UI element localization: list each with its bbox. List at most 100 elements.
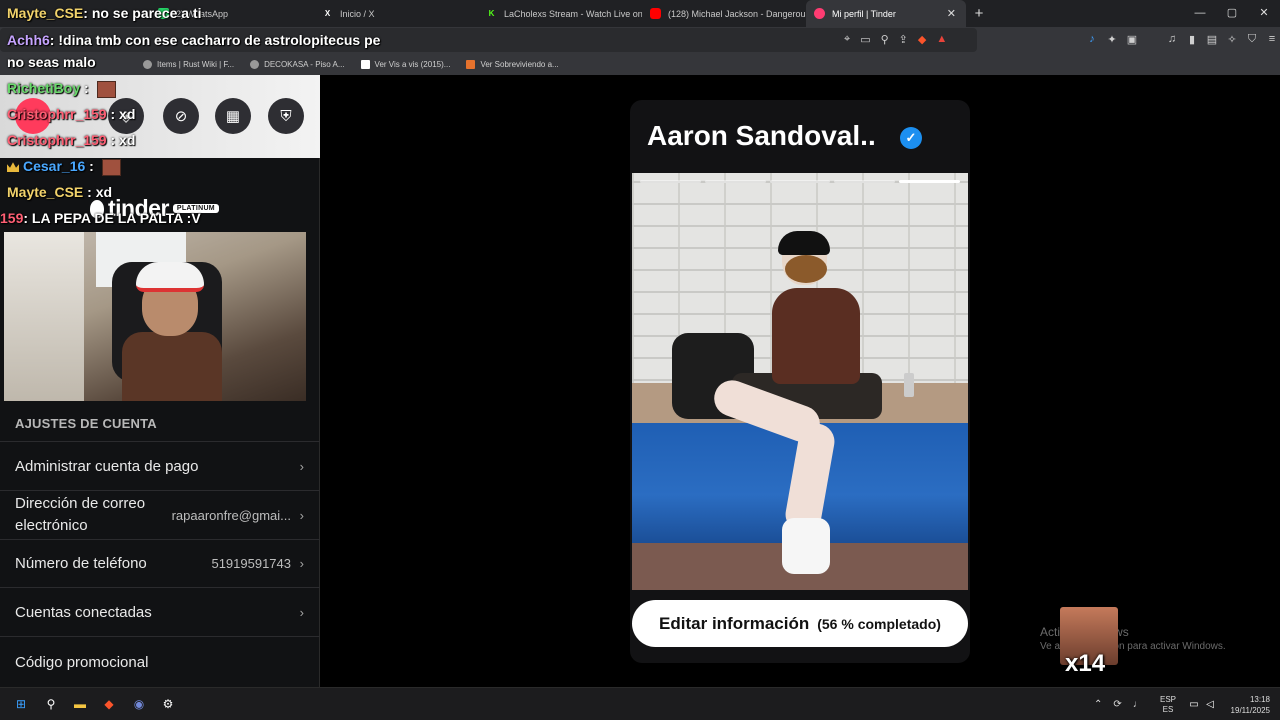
bookmark-item[interactable]: Items | Rust Wiki | F... — [143, 59, 234, 69]
photo-can — [904, 373, 914, 397]
globe-icon — [143, 59, 152, 69]
close-window-button[interactable]: ✕ — [1248, 0, 1280, 27]
settings-row-promo-code[interactable]: Código promocional — [0, 636, 320, 687]
screen: 2) WhatsApp X Inicio / X K LaCholexs Str… — [0, 0, 1280, 720]
bookmark-label: Ver Sobreviviendo a... — [480, 59, 559, 69]
chevron-right-icon: › — [299, 507, 304, 523]
discover-button[interactable]: ⊘ — [163, 98, 199, 134]
bookmark-item[interactable]: Ver Sobreviviendo a... — [466, 59, 559, 69]
grid-icon: ◈ — [120, 108, 132, 125]
chevron-right-icon: › — [299, 458, 304, 474]
safety-button[interactable]: ⛨ — [268, 98, 304, 134]
photo-indicator-bar[interactable] — [899, 180, 960, 183]
windows-start-icon[interactable]: ⊞ — [12, 695, 30, 713]
photo-indicator-bar[interactable] — [834, 180, 896, 183]
tab-whatsapp[interactable]: 2) WhatsApp — [150, 0, 314, 27]
section-title: AJUSTES DE CUENTA — [15, 416, 157, 431]
poop-emoji-sticker — [785, 255, 827, 283]
kick-icon: K — [488, 9, 495, 18]
edit-info-button[interactable]: Editar información (56 % completado) — [632, 600, 968, 647]
tinder-logo: tinder PLATINUM — [90, 195, 219, 222]
maximize-button[interactable]: ▢ — [1216, 0, 1248, 27]
settings-row-email[interactable]: Dirección de correo electrónico rapaaron… — [0, 490, 320, 539]
vpn-icon[interactable]: ⛉ — [1246, 33, 1258, 46]
row-value: rapaaronfre@gmai... — [171, 507, 291, 523]
bookmarks-bar: Items | Rust Wiki | F... DECOKASA - Piso… — [0, 53, 1280, 75]
sync-icon[interactable]: ⟳ — [1113, 699, 1121, 710]
profile-avatar-button[interactable] — [15, 98, 51, 134]
tab-tinder[interactable]: Mi perfil | Tinder ✕ — [806, 0, 966, 27]
youtube-icon — [650, 8, 661, 19]
close-tab-icon[interactable]: ✕ — [947, 7, 956, 20]
chevron-up-icon[interactable]: ⌃ — [1094, 699, 1102, 710]
explore-button[interactable]: ◈ — [108, 98, 144, 134]
brave-shields-icon[interactable]: ◆ — [918, 33, 926, 46]
tab-title: (128) Michael Jackson - Dangerous ( — [668, 8, 806, 19]
row-label: Administrar cuenta de pago — [15, 457, 199, 475]
extensions-icon[interactable]: ✦ — [1106, 33, 1118, 46]
completion-label: (56 % completado) — [817, 615, 941, 632]
window-controls: — ▢ ✕ — [1184, 0, 1280, 27]
profile-photo[interactable] — [632, 173, 968, 590]
new-tab-button[interactable]: + — [966, 5, 992, 22]
language-indicator[interactable]: ESP ES — [1160, 695, 1176, 715]
zoom-icon[interactable]: ⚲ — [881, 33, 889, 46]
app-icon[interactable]: ⚙ — [159, 695, 177, 713]
photo-person-shoe — [782, 518, 830, 574]
tab-youtube[interactable]: (128) Michael Jackson - Dangerous ( — [642, 0, 806, 27]
file-explorer-icon[interactable]: ▬ — [71, 695, 89, 713]
bookmark-item[interactable]: DECOKASA - Piso A... — [250, 59, 345, 69]
tab-kick[interactable]: K LaCholexs Stream - Watch Live on Ki — [478, 0, 642, 27]
photo-person-hair — [778, 231, 830, 255]
tab-title: Mi perfil | Tinder — [832, 8, 896, 19]
settings-row-payment[interactable]: Administrar cuenta de pago › — [0, 441, 320, 490]
search-icon[interactable]: ⚲ — [42, 695, 60, 713]
brave-rewards-icon[interactable]: ▲ — [936, 33, 947, 46]
flame-icon — [90, 199, 104, 218]
menu-icon[interactable]: ≡ — [1266, 33, 1278, 46]
system-clock[interactable]: 13:18 19/11/2025 — [1222, 694, 1270, 716]
brave-browser-icon[interactable]: ◆ — [100, 695, 118, 713]
profile-card: Aaron Sandoval.. ✓ Editar información (5… — [630, 100, 970, 663]
tab-x[interactable]: X Inicio / X — [314, 0, 478, 27]
location-icon[interactable]: ⌖ — [844, 33, 850, 46]
sidebar-nav-header: ◈ ⊘ ▦ ⛨ — [0, 75, 320, 158]
volume-icon[interactable]: ◁ — [1201, 695, 1219, 713]
translate-icon[interactable]: ♪ — [1086, 33, 1098, 46]
media-icon[interactable]: ♫ — [1166, 33, 1178, 46]
shield-icon: ⛨ — [280, 107, 292, 125]
bookmark-item[interactable]: Ver Vis a vis (2015)... — [360, 59, 450, 69]
clock-time: 13:18 — [1249, 695, 1270, 704]
settings-row-phone[interactable]: Número de teléfono 51919591743 › — [0, 539, 320, 587]
cast-icon[interactable]: ▭ — [860, 33, 870, 46]
whatsapp-icon — [158, 8, 169, 19]
browser-tabstrip: 2) WhatsApp X Inicio / X K LaCholexs Str… — [0, 0, 1280, 27]
globe-icon — [250, 59, 260, 69]
photo-indicator-bar[interactable] — [640, 180, 701, 183]
bookmark-label: DECOKASA - Piso A... — [264, 59, 345, 69]
photo-indicator-bar[interactable] — [769, 180, 831, 183]
leo-ai-icon[interactable]: ✧ — [1226, 33, 1238, 46]
wallet-icon[interactable]: ▤ — [1206, 33, 1218, 46]
row-label: Dirección de correo electrónico — [15, 495, 146, 534]
work-button[interactable]: ▦ — [215, 98, 251, 134]
minimize-button[interactable]: — — [1184, 0, 1216, 27]
share-icon[interactable]: ⇪ — [899, 33, 908, 46]
settings-sidebar: ◈ ⊘ ▦ ⛨ tinder PLATINUM AJUSTES DE CUENT… — [0, 75, 320, 687]
row-label: Cuentas conectadas — [15, 603, 152, 621]
webcam-person-hat — [136, 262, 204, 292]
screenshot-icon[interactable]: ▣ — [1126, 33, 1138, 46]
discord-icon[interactable]: ◉ — [130, 695, 148, 713]
webcam-person-body — [122, 332, 222, 401]
sidebar-icon[interactable]: ▮ — [1186, 33, 1198, 46]
address-bar[interactable] — [0, 28, 977, 52]
settings-row-connected-accounts[interactable]: Cuentas conectadas › — [0, 587, 320, 636]
edit-info-label: Editar información — [659, 613, 810, 633]
microphone-icon[interactable]: ♩ — [1133, 699, 1143, 710]
chevron-right-icon: › — [299, 556, 304, 571]
webcam-wall — [4, 232, 84, 401]
system-tray: ⌃ ⟳ ♩ — [1094, 688, 1143, 720]
browser-toolbar: ⌖ ▭ ⚲ ⇪ ◆ ▲ ♪ ✦ ▣ ♫ ▮ ▤ ✧ ⛉ ≡ — [0, 27, 1280, 53]
webcam-overlay — [4, 232, 306, 401]
photo-indicator-bar[interactable] — [704, 180, 766, 183]
